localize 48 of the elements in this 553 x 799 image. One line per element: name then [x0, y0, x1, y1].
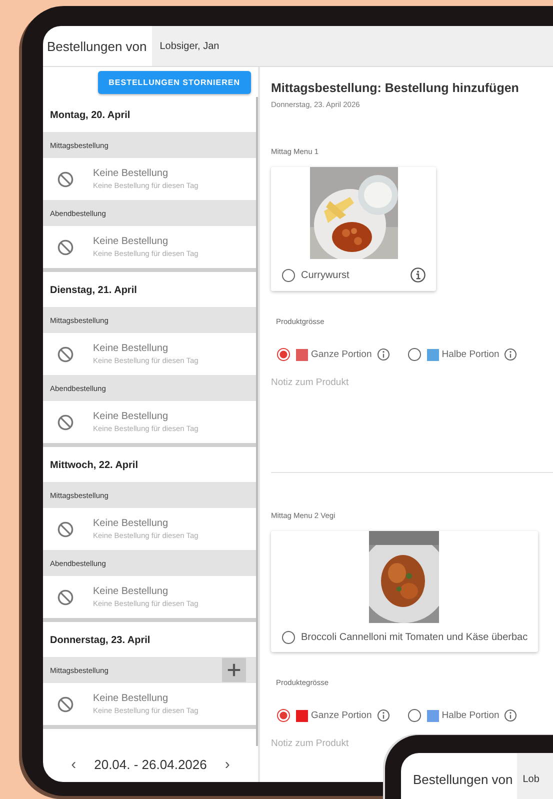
radio-button[interactable]	[408, 709, 421, 722]
info-icon[interactable]	[376, 348, 390, 361]
radio-button[interactable]	[282, 268, 295, 282]
menu-card[interactable]: Broccoli Cannelloni mit Tomaten und Käse überbac	[271, 531, 538, 652]
order-status: Keine Bestellung	[93, 411, 170, 422]
no-entry-icon	[57, 520, 74, 538]
radio-button[interactable]	[282, 631, 295, 644]
user-field[interactable]: Lob	[516, 753, 553, 799]
no-entry-icon	[57, 696, 74, 712]
note-field[interactable]: Notiz zum Produkt	[271, 377, 553, 473]
no-entry-icon	[57, 414, 74, 430]
page-title: Bestellungen von	[412, 770, 514, 789]
radio-button[interactable]	[277, 709, 290, 722]
no-entry-icon	[57, 238, 74, 256]
dish-name: Broccoli Cannelloni mit Tomaten und Käse überbac	[301, 632, 528, 643]
info-icon[interactable]	[410, 267, 426, 283]
order-status: Keine Bestellung	[93, 693, 170, 704]
size-option-label: Ganze Portion	[311, 349, 372, 360]
plus-icon	[227, 663, 241, 677]
form-title: Mittagsbestellung: Bestellung hinzufügen	[271, 81, 520, 95]
size-option-label: Ganze Portion	[311, 710, 372, 721]
order-status: Keine Bestellung	[93, 518, 170, 529]
no-entry-icon	[57, 346, 74, 362]
order-status: Keine Bestellung	[93, 236, 170, 247]
no-entry-icon	[57, 170, 74, 188]
day-heading: Montag, 20. April	[49, 109, 132, 123]
menu-card[interactable]: Currywurst	[271, 167, 436, 291]
no-entry-icon	[57, 588, 74, 606]
previous-week-button[interactable]: ‹	[67, 756, 80, 772]
dish-name: Currywurst	[301, 270, 350, 280]
order-status: Keine Bestellung	[93, 343, 170, 354]
size-option-label: Halbe Portion	[442, 710, 500, 721]
day-heading: Donnerstag, 23. April	[49, 634, 152, 648]
size-option-label: Halbe Portion	[442, 349, 500, 360]
info-icon[interactable]	[504, 709, 518, 722]
user-field[interactable]: Lobsiger, Jan	[152, 26, 553, 66]
add-button[interactable]	[222, 658, 246, 682]
week-range: 20.04. - 26.04.2026	[94, 756, 207, 772]
order-status: Keine Bestellung	[93, 586, 170, 597]
info-icon[interactable]	[504, 348, 518, 361]
order-status: Keine Bestellung	[93, 168, 170, 179]
page-title: Bestellungen von	[46, 38, 148, 56]
day-heading: Mittwoch, 22. April	[49, 459, 139, 473]
next-week-button[interactable]: ›	[220, 756, 234, 772]
info-icon[interactable]	[376, 709, 390, 722]
radio-button[interactable]	[408, 348, 421, 361]
day-heading: Dienstag, 21. April	[49, 284, 138, 298]
radio-button[interactable]	[277, 348, 290, 361]
